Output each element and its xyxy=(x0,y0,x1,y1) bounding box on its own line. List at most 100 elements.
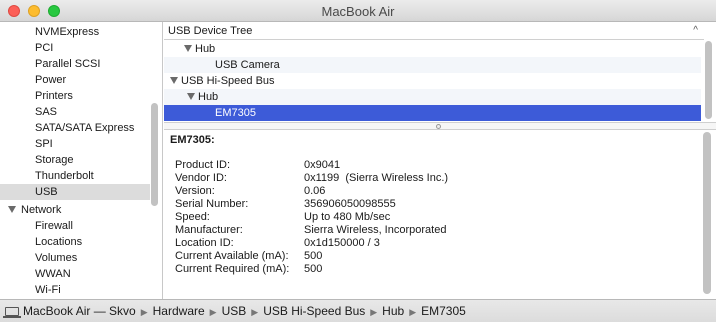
field-value: 500 xyxy=(304,263,323,275)
sidebar-item-nvmexpress[interactable]: NVMExpress xyxy=(0,24,150,40)
chevron-right-icon: ▶ xyxy=(140,307,148,317)
detail-field: Speed: Up to 480 Mb/sec xyxy=(175,211,390,223)
field-value: 0x9041 xyxy=(304,159,341,171)
sort-chevron-up-icon[interactable]: ^ xyxy=(693,22,698,40)
disclosure-triangle-icon[interactable] xyxy=(187,93,195,100)
tree-row[interactable]: USB Camera xyxy=(164,57,701,73)
field-label: Current Required (mA): xyxy=(175,263,290,275)
breadcrumb-item[interactable]: USB Hi-Speed Bus xyxy=(263,304,365,318)
breadcrumb-item[interactable]: MacBook Air — Skvo xyxy=(23,304,136,318)
field-value: 500 xyxy=(304,250,323,262)
chevron-right-icon: ▶ xyxy=(209,307,217,317)
detail-scrollbar[interactable] xyxy=(703,132,711,294)
sidebar-item-wifi[interactable]: Wi-Fi xyxy=(0,282,150,298)
device-title: EM7305: xyxy=(170,134,215,146)
tree-row[interactable]: Hub xyxy=(164,41,701,57)
field-label: Vendor ID: xyxy=(175,172,227,184)
field-label: Serial Number: xyxy=(175,198,249,210)
detail-field: Manufacturer: Sierra Wireless, Incorporat… xyxy=(175,224,446,236)
sidebar-item-label: SPI xyxy=(35,138,53,150)
sidebar-item-pci[interactable]: PCI xyxy=(0,40,150,56)
sidebar-item-label: Firewall xyxy=(35,220,73,232)
window-title: MacBook Air xyxy=(321,4,395,19)
detail-field: Location ID: 0x1d150000 / 3 xyxy=(175,237,380,249)
field-value: Up to 480 Mb/sec xyxy=(304,211,391,223)
tree-row-label: Hub xyxy=(195,43,216,55)
field-label: Manufacturer: xyxy=(175,224,243,236)
sidebar: NVMExpress PCI Parallel SCSI Power Print… xyxy=(0,22,163,299)
tree-row-selected[interactable]: EM7305 xyxy=(164,105,701,121)
sidebar-item-label: Thunderbolt xyxy=(35,170,94,182)
tree-header-label: USB Device Tree xyxy=(168,25,253,37)
tree-row-label: USB Camera xyxy=(215,59,280,71)
title-bar: MacBook Air xyxy=(0,0,716,22)
laptop-icon xyxy=(3,307,21,318)
field-value: 0.06 xyxy=(304,185,326,197)
detail-field: Version: 0.06 xyxy=(175,185,325,197)
tree-row[interactable]: Hub xyxy=(164,89,701,105)
sidebar-item-label: PCI xyxy=(35,42,54,54)
split-view-divider[interactable] xyxy=(164,122,716,130)
sidebar-item-label: Wi-Fi xyxy=(35,284,61,296)
chevron-right-icon: ▶ xyxy=(251,307,259,317)
field-label: Version: xyxy=(175,185,215,197)
sidebar-item-label: Power xyxy=(35,74,67,86)
sidebar-scrollbar[interactable] xyxy=(151,103,158,206)
field-value: Sierra Wireless, Incorporated xyxy=(304,224,447,236)
breadcrumb-item[interactable]: USB xyxy=(222,304,247,318)
field-label: Speed: xyxy=(175,211,210,223)
field-value: 0x1199 (Sierra Wireless Inc.) xyxy=(304,172,449,184)
field-label: Current Available (mA): xyxy=(175,250,289,262)
sidebar-item-printers[interactable]: Printers xyxy=(0,88,150,104)
sidebar-item-power[interactable]: Power xyxy=(0,72,150,88)
sidebar-item-usb[interactable]: USB xyxy=(0,184,150,200)
field-label: Product ID: xyxy=(175,159,231,171)
sidebar-item-label: NVMExpress xyxy=(35,26,100,38)
device-detail-pane: EM7305: Product ID: 0x9041 Vendor ID: 0x11… xyxy=(164,130,716,299)
tree-row-label: EM7305 xyxy=(215,107,256,119)
sidebar-item-label: USB xyxy=(35,186,58,198)
disclosure-triangle-icon[interactable] xyxy=(170,77,178,84)
sidebar-item-firewall[interactable]: Firewall xyxy=(0,218,150,234)
breadcrumb-item[interactable]: Hardware xyxy=(153,304,205,318)
disclosure-triangle-icon[interactable] xyxy=(184,45,192,52)
sidebar-item-thunderbolt[interactable]: Thunderbolt xyxy=(0,168,150,184)
sidebar-item-label: SATA/SATA Express xyxy=(35,122,135,134)
sidebar-item-label: Volumes xyxy=(35,252,78,264)
tree-row-label: Hub xyxy=(198,91,219,103)
sidebar-item-label: Parallel SCSI xyxy=(35,58,101,70)
chevron-right-icon: ▶ xyxy=(409,307,417,317)
sidebar-item-label: Printers xyxy=(35,90,73,102)
sidebar-item-volumes[interactable]: Volumes xyxy=(0,250,150,266)
usb-device-tree: USB Device Tree ^ Hub USB Camera USB Hi-… xyxy=(164,22,716,122)
sidebar-item-label: Locations xyxy=(35,236,83,248)
sidebar-item-label: SAS xyxy=(35,106,58,118)
field-value: 356906050098555 xyxy=(304,198,396,210)
detail-field: Product ID: 0x9041 xyxy=(175,159,340,171)
sidebar-item-wwan[interactable]: WWAN xyxy=(0,266,150,282)
sidebar-item-label: Storage xyxy=(35,154,74,166)
field-value: 0x1d150000 / 3 xyxy=(304,237,380,249)
disclosure-triangle-icon[interactable] xyxy=(8,206,16,213)
field-label: Location ID: xyxy=(175,237,234,249)
sidebar-item-sata[interactable]: SATA/SATA Express xyxy=(0,120,150,136)
divider-handle-icon[interactable] xyxy=(436,124,441,129)
tree-column-header[interactable]: USB Device Tree ^ xyxy=(164,22,704,40)
sidebar-group-network[interactable]: Network xyxy=(0,202,150,218)
sidebar-item-sas[interactable]: SAS xyxy=(0,104,150,120)
chevron-right-icon: ▶ xyxy=(370,307,378,317)
tree-row-label: USB Hi-Speed Bus xyxy=(181,75,275,87)
sidebar-item-parallel-scsi[interactable]: Parallel SCSI xyxy=(0,56,150,72)
sidebar-item-storage[interactable]: Storage xyxy=(0,152,150,168)
breadcrumb-item[interactable]: Hub xyxy=(382,304,404,318)
breadcrumb-item[interactable]: EM7305 xyxy=(421,304,466,318)
sidebar-group-label: Network xyxy=(21,204,62,216)
sidebar-item-locations[interactable]: Locations xyxy=(0,234,150,250)
detail-field: Vendor ID: 0x1199 (Sierra Wireless Inc.) xyxy=(175,172,448,184)
tree-scrollbar[interactable] xyxy=(705,41,712,119)
sidebar-item-spi[interactable]: SPI xyxy=(0,136,150,152)
detail-field: Current Required (mA): 500 xyxy=(175,263,322,275)
detail-field: Current Available (mA): 500 xyxy=(175,250,322,262)
tree-row[interactable]: USB Hi-Speed Bus xyxy=(164,73,701,89)
path-bar: MacBook Air — Skvo ▶ Hardware ▶ USB ▶ USB Hi-S… xyxy=(0,299,716,322)
